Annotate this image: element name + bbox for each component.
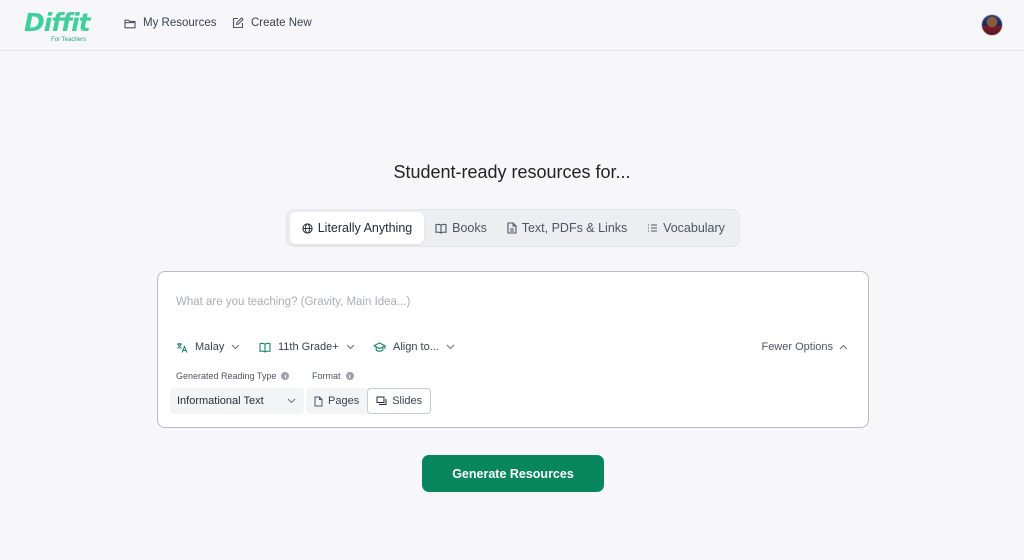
tab-books-label: Books: [452, 221, 487, 235]
logo-wordmark: Diffit: [24, 8, 91, 37]
top-navigation-bar: Diffit For Teachers My Resources Create …: [0, 0, 1024, 51]
chevron-down-icon: [231, 344, 240, 350]
logo-subtext: For Teachers: [51, 37, 86, 43]
format-pages-label: Pages: [328, 395, 360, 407]
grade-select[interactable]: 11th Grade+: [259, 341, 355, 353]
tab-literally-anything[interactable]: Literally Anything: [290, 212, 424, 244]
format-slides-option[interactable]: Slides: [367, 388, 432, 414]
fewer-options-label: Fewer Options: [761, 341, 833, 353]
standards-align-select[interactable]: Align to...: [373, 341, 455, 353]
globe-icon: [302, 222, 313, 234]
chevron-up-icon: [839, 344, 848, 350]
user-avatar[interactable]: [981, 14, 1003, 36]
diffit-logo[interactable]: Diffit For Teachers: [24, 8, 91, 44]
tab-vocabulary[interactable]: Vocabulary: [636, 212, 736, 244]
book-icon: [435, 223, 447, 234]
list-icon: [648, 224, 658, 232]
nav-my-resources-label: My Resources: [143, 17, 217, 29]
tab-literally-anything-label: Literally Anything: [317, 221, 413, 235]
resource-type-tabs: Literally Anything Books Text, PDFs & Li…: [286, 209, 740, 247]
edit-icon: [232, 17, 244, 29]
nav-create-new-label: Create New: [251, 17, 312, 29]
topic-input[interactable]: [176, 291, 846, 313]
translate-icon: [176, 342, 188, 353]
tab-text-pdfs-links[interactable]: Text, PDFs & Links: [498, 212, 636, 244]
page-title: Student-ready resources for...: [393, 162, 631, 182]
format-pages-option[interactable]: Pages: [306, 388, 367, 414]
reading-type-label-text: Generated Reading Type: [176, 371, 277, 381]
nav-my-resources[interactable]: My Resources: [124, 17, 217, 29]
graduation-cap-icon: [373, 341, 386, 353]
reading-type-label: Generated Reading Type: [176, 371, 290, 381]
tab-text-pdfs-links-label: Text, PDFs & Links: [521, 221, 628, 235]
reading-type-select[interactable]: Informational Text: [170, 388, 304, 414]
format-label: Format: [312, 371, 354, 381]
language-select[interactable]: Malay: [176, 341, 240, 353]
format-label-text: Format: [312, 371, 341, 381]
info-icon[interactable]: [345, 372, 354, 380]
reading-type-value: Informational Text: [177, 395, 264, 407]
document-icon: [507, 222, 517, 234]
fewer-options-toggle[interactable]: Fewer Options: [761, 341, 848, 353]
format-slides-label: Slides: [392, 395, 423, 407]
resource-options-card: Malay 11th Grade+ Align to... Fe: [157, 271, 869, 428]
nav-create-new[interactable]: Create New: [232, 17, 312, 29]
book-open-icon: [259, 342, 271, 353]
grade-select-value: 11th Grade+: [278, 341, 339, 353]
folder-icon: [124, 19, 136, 28]
chevron-down-icon: [346, 344, 355, 350]
chevron-down-icon: [287, 398, 296, 404]
generate-resources-button[interactable]: Generate Resources: [422, 455, 604, 492]
info-icon[interactable]: [281, 372, 290, 380]
standards-align-select-value: Align to...: [393, 341, 439, 353]
tab-vocabulary-label: Vocabulary: [663, 221, 725, 235]
page-icon: [314, 396, 323, 406]
format-toggle-group: Pages Slides: [306, 388, 432, 414]
tab-books[interactable]: Books: [424, 212, 498, 244]
chevron-down-icon: [446, 344, 455, 350]
language-select-value: Malay: [195, 341, 225, 353]
slides-icon: [376, 396, 387, 405]
